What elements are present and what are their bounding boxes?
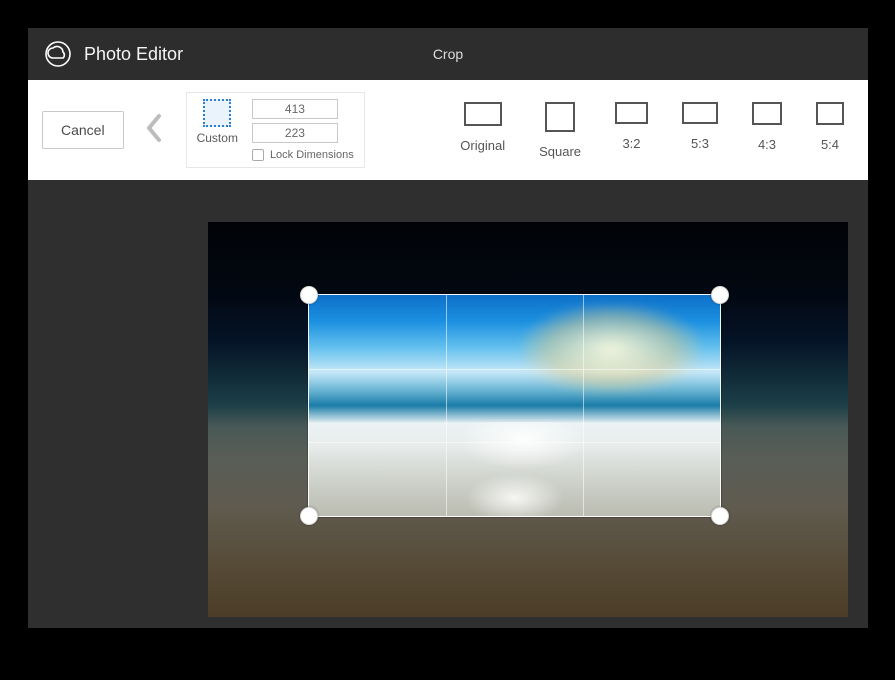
app-title: Photo Editor	[84, 44, 183, 65]
back-icon[interactable]	[142, 108, 168, 153]
crop-handle-bottom-right[interactable]	[711, 507, 729, 525]
crop-frame[interactable]	[308, 294, 721, 517]
width-input[interactable]	[252, 99, 338, 119]
preset-label: 3:2	[622, 136, 640, 151]
preset-label: 5:4	[821, 137, 839, 152]
crop-toolbar: Cancel Custom Lock Dimensions Original Sq…	[28, 80, 868, 180]
preset-shape-icon	[816, 102, 844, 125]
app-window: Photo Editor Crop Cancel Custom Lock Dim…	[28, 28, 868, 628]
custom-preset[interactable]: Custom	[197, 99, 238, 145]
height-input[interactable]	[252, 123, 338, 143]
grid-line	[446, 295, 447, 516]
crop-handle-bottom-left[interactable]	[300, 507, 318, 525]
preset-shape-icon	[615, 102, 648, 124]
preset-label: Square	[539, 144, 581, 159]
dimension-inputs: Lock Dimensions	[252, 99, 354, 161]
canvas-area	[28, 180, 868, 628]
preset-label: Original	[460, 138, 505, 153]
preset-3-2[interactable]: 3:2	[615, 102, 648, 159]
lock-checkbox[interactable]	[252, 149, 264, 161]
crop-handle-top-right[interactable]	[711, 286, 729, 304]
crop-handle-top-left[interactable]	[300, 286, 318, 304]
grid-line	[309, 369, 720, 370]
preset-5-3[interactable]: 5:3	[682, 102, 718, 159]
app-header: Photo Editor Crop	[28, 28, 868, 80]
preset-5-4[interactable]: 5:4	[816, 102, 844, 159]
preset-list: Original Square 3:2 5:3 4:3 5:4	[460, 102, 854, 159]
grid-line	[583, 295, 584, 516]
preset-original[interactable]: Original	[460, 102, 505, 159]
preset-label: 4:3	[758, 137, 776, 152]
grid-line	[309, 442, 720, 443]
preset-label: 5:3	[691, 136, 709, 151]
custom-crop-icon	[203, 99, 231, 127]
cancel-button[interactable]: Cancel	[42, 111, 124, 149]
lock-dimensions-row[interactable]: Lock Dimensions	[252, 149, 354, 161]
preset-4-3[interactable]: 4:3	[752, 102, 782, 159]
preset-shape-icon	[682, 102, 718, 124]
logo-group: Photo Editor	[28, 40, 183, 68]
custom-label: Custom	[197, 131, 238, 145]
custom-crop-panel: Custom Lock Dimensions	[186, 92, 365, 168]
preset-square[interactable]: Square	[539, 102, 581, 159]
preset-shape-icon	[464, 102, 502, 126]
creative-cloud-icon	[44, 40, 72, 68]
preset-shape-icon	[545, 102, 575, 132]
preset-shape-icon	[752, 102, 782, 125]
mode-title: Crop	[433, 46, 463, 62]
lock-label: Lock Dimensions	[270, 149, 354, 161]
